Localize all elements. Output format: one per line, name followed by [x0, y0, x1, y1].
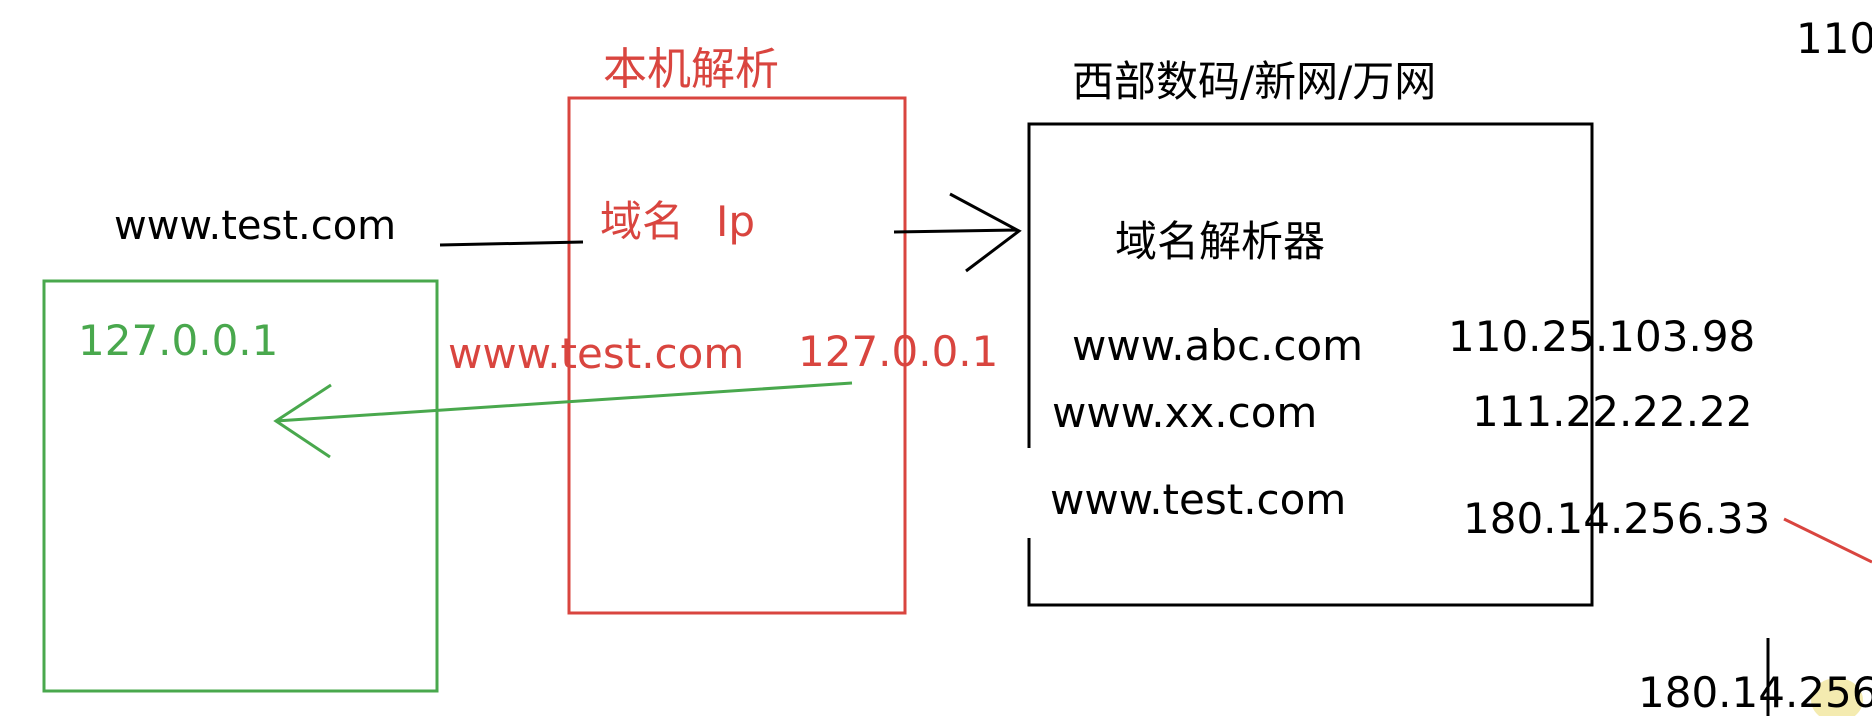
edge-text-top: 110 — [1796, 14, 1872, 63]
registrar-title: 西部数码/新网/万网 — [1072, 57, 1437, 106]
hosts-title: 本机解析 — [603, 44, 779, 95]
return-arrow — [273, 381, 853, 459]
record-ip: 111.22.22.22 — [1472, 387, 1753, 436]
record-domain: www.abc.com — [1072, 321, 1364, 370]
resolver-label: 域名解析器 — [1115, 217, 1326, 266]
edge-text-bottom: 180.14.256 — [1638, 668, 1872, 717]
hosts-entry-ip: 127.0.0.1 — [798, 327, 999, 376]
hosts-entry-domain: www.test.com — [448, 329, 745, 378]
client-request-domain: www.test.com — [114, 203, 397, 249]
request-line — [439, 240, 584, 247]
record-ip: 180.14.256.33 — [1463, 494, 1771, 543]
red-edge-line — [1783, 517, 1872, 564]
record-ip: 110.25.103.98 — [1448, 312, 1756, 361]
record-domain: www.test.com — [1050, 475, 1347, 524]
lookup-arrow — [893, 192, 1022, 273]
record-domain: www.xx.com — [1052, 388, 1318, 437]
client-result-ip: 127.0.0.1 — [78, 316, 279, 365]
hosts-header-ip: Ip — [716, 197, 756, 246]
hosts-header-domain: 域名 — [600, 197, 685, 246]
